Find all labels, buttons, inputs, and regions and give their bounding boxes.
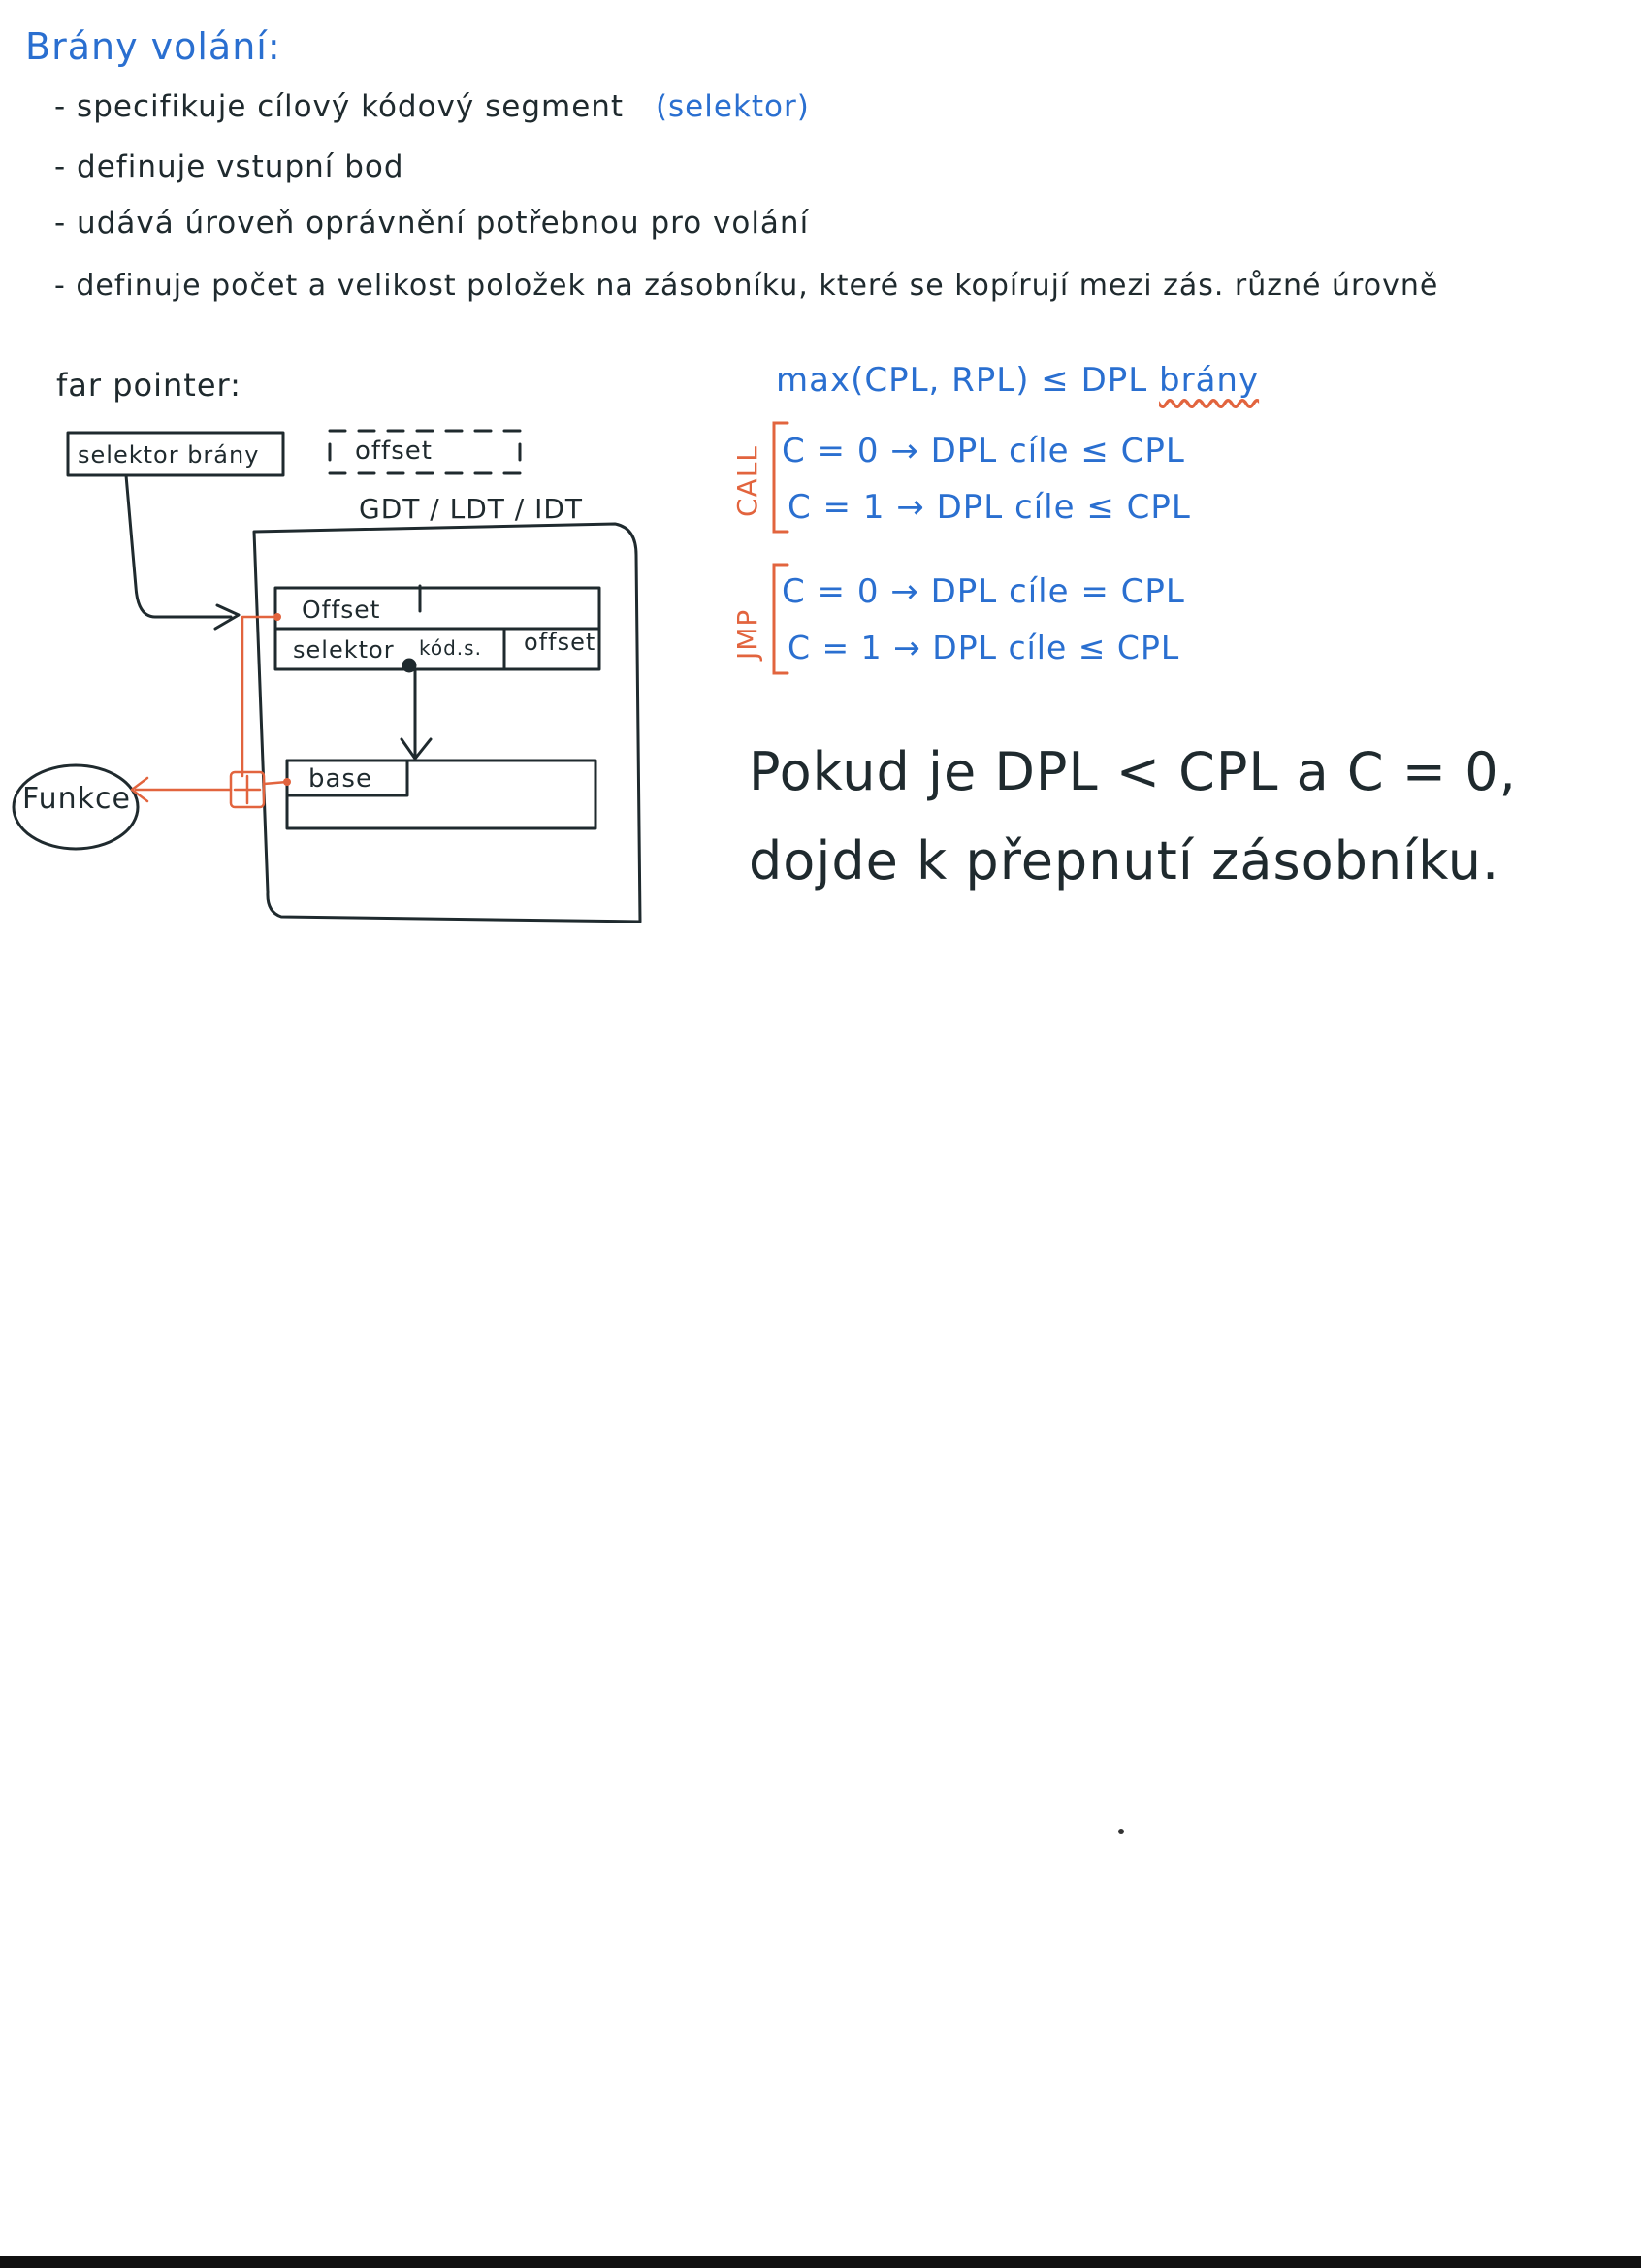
conclusion-note: Pokud je DPL < CPL a C = 0, dojde k přep… bbox=[749, 728, 1517, 906]
conclusion-line-2: dojde k přepnutí zásobníku. bbox=[749, 830, 1500, 891]
scan-edge bbox=[0, 2256, 1641, 2268]
row-selector-label: selektor bbox=[293, 636, 395, 664]
jmp-group-label: JMP bbox=[731, 608, 763, 660]
privilege-rule-expression: max(CPL, RPL) ≤ DPL bbox=[776, 361, 1148, 400]
call-group-label: CALL bbox=[731, 445, 763, 517]
function-label: Funkce bbox=[22, 782, 131, 816]
row-offset-label: Offset bbox=[302, 596, 381, 624]
call-rule-c0: C = 0 → DPL cíle ≤ CPL bbox=[782, 432, 1185, 470]
jmp-rule-c0: C = 0 → DPL cíle = CPL bbox=[782, 572, 1185, 611]
jmp-rule-c1: C = 1 → DPL cíle ≤ CPL bbox=[788, 629, 1180, 666]
call-rule-c1: C = 1 → DPL cíle ≤ CPL bbox=[788, 488, 1191, 527]
row-code-segment-label: kód.s. bbox=[419, 636, 482, 660]
privilege-rule-word: brány bbox=[1159, 361, 1260, 400]
offset-box-label: offset bbox=[355, 437, 433, 466]
row-offset-right-label: offset bbox=[524, 629, 596, 656]
table-label: GDT / LDT / IDT bbox=[359, 493, 584, 525]
descriptor-table bbox=[252, 522, 642, 923]
privilege-rule: max(CPL, RPL) ≤ DPL brány bbox=[776, 361, 1259, 400]
base-label: base bbox=[308, 764, 372, 794]
call-gate-diagram bbox=[12, 421, 789, 923]
stray-ink-dot bbox=[1118, 1829, 1124, 1834]
selector-arrow bbox=[124, 473, 233, 619]
conclusion-line-1: Pokud je DPL < CPL a C = 0, bbox=[749, 741, 1517, 802]
selector-box-label: selektor brány bbox=[78, 441, 260, 469]
